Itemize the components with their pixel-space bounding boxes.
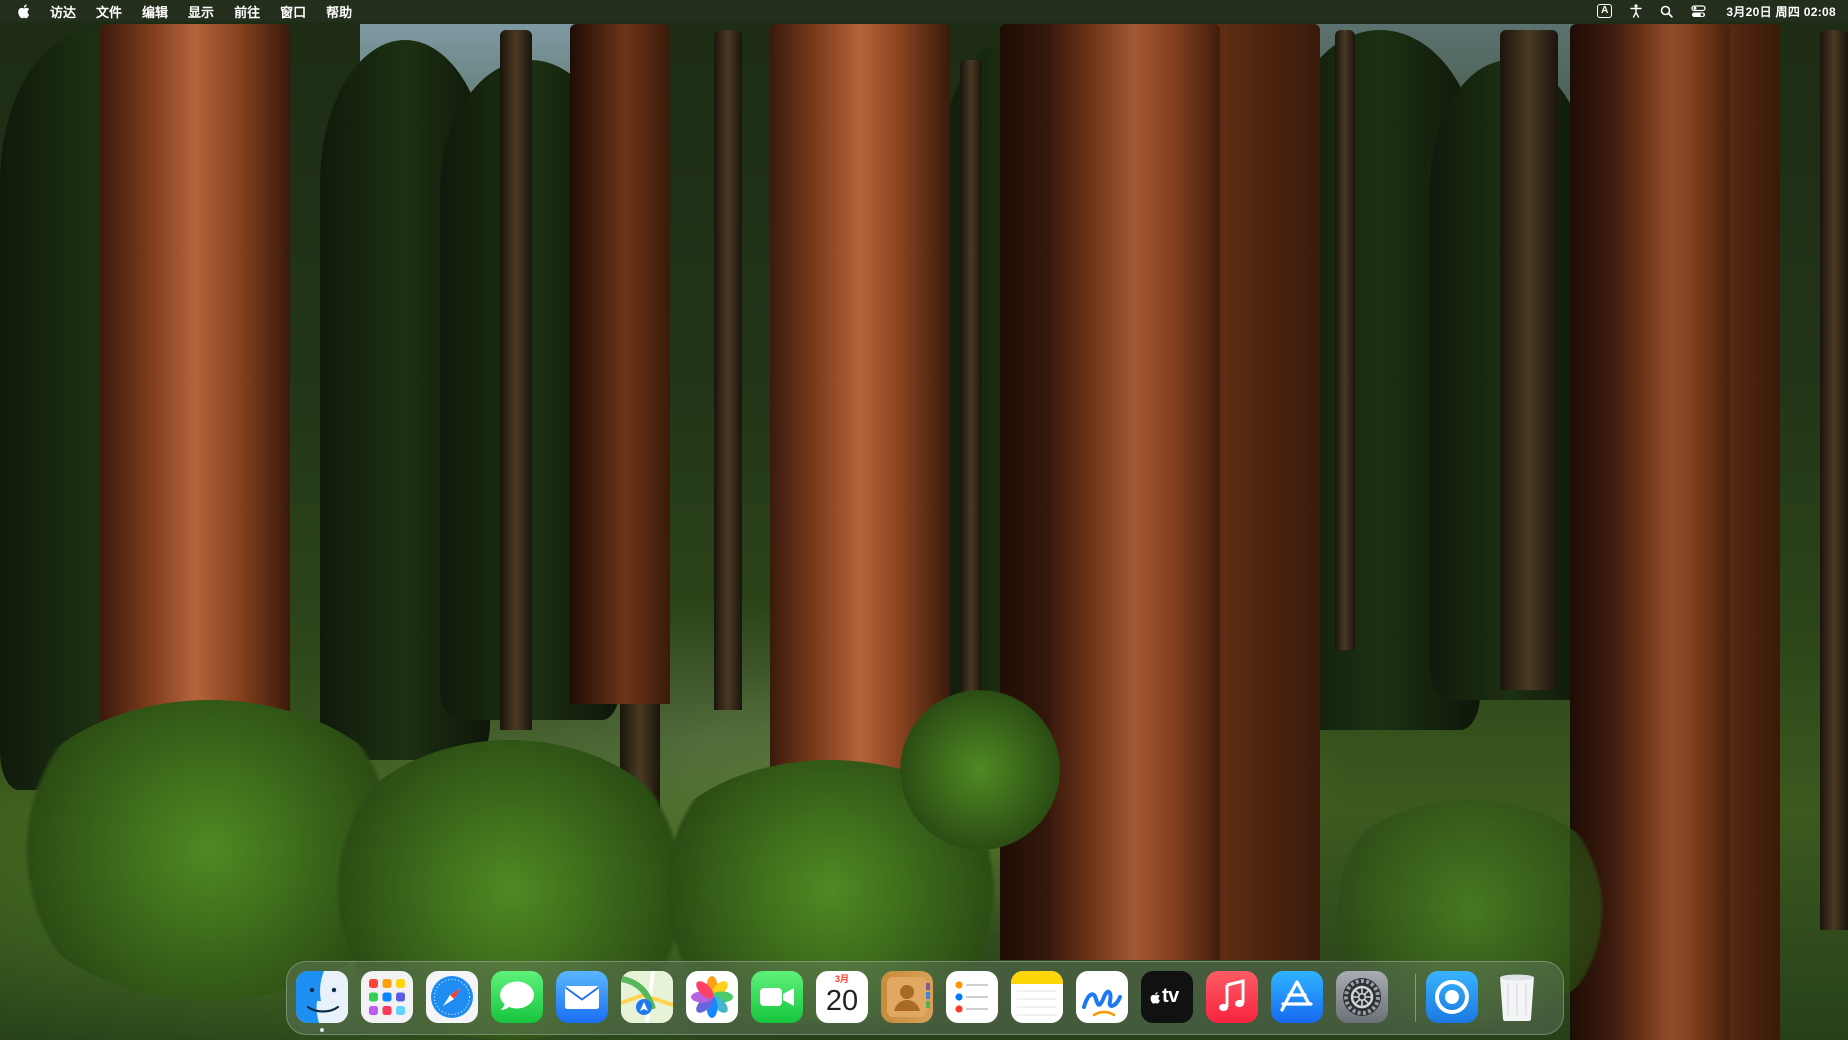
accessibility-icon[interactable] <box>1630 4 1643 18</box>
apple-tv-icon[interactable]: tv <box>1141 971 1193 1023</box>
calendar-icon[interactable]: 3月 20 <box>816 971 868 1023</box>
dock: 3月 20 tv <box>286 961 1564 1035</box>
dock-separator <box>1415 974 1416 1022</box>
system-settings-icon[interactable] <box>1336 971 1388 1023</box>
menu-edit[interactable]: 编辑 <box>142 2 168 21</box>
notes-icon[interactable] <box>1011 971 1063 1023</box>
app-store-icon[interactable] <box>1271 971 1323 1023</box>
reminders-icon[interactable] <box>946 971 998 1023</box>
menu-go[interactable]: 前往 <box>234 2 260 21</box>
photos-icon[interactable] <box>686 971 738 1023</box>
facetime-icon[interactable] <box>751 971 803 1023</box>
calendar-day: 20 <box>825 985 859 1017</box>
apple-logo-icon[interactable] <box>16 3 30 19</box>
menu-finder[interactable]: 访达 <box>50 2 76 21</box>
spotlight-search-icon[interactable] <box>1660 5 1674 18</box>
mail-icon[interactable] <box>556 971 608 1023</box>
desktop-wallpaper <box>0 0 1848 1040</box>
finder-icon[interactable] <box>296 971 348 1023</box>
finder-running-indicator <box>320 1028 324 1032</box>
menu-help[interactable]: 帮助 <box>326 2 352 21</box>
control-center-icon[interactable] <box>1691 4 1707 18</box>
menu-file[interactable]: 文件 <box>96 2 122 21</box>
menu-bar: 访达 文件 编辑 显示 前往 窗口 帮助 A 3月20日 周四 02:08 <box>0 0 1848 22</box>
music-icon[interactable] <box>1206 971 1258 1023</box>
maps-icon[interactable] <box>621 971 673 1023</box>
menubar-clock[interactable]: 3月20日 周四 02:08 <box>1726 3 1836 20</box>
freeform-icon[interactable] <box>1076 971 1128 1023</box>
trash-icon[interactable] <box>1491 971 1543 1023</box>
menu-view[interactable]: 显示 <box>188 2 214 21</box>
contacts-icon[interactable] <box>881 971 933 1023</box>
menu-window[interactable]: 窗口 <box>280 2 306 21</box>
messages-icon[interactable] <box>491 971 543 1023</box>
launchpad-icon[interactable] <box>361 971 413 1023</box>
apple-tv-label: tv <box>1162 985 1179 1007</box>
screen-recorder-icon[interactable] <box>1426 971 1478 1023</box>
safari-icon[interactable] <box>426 971 478 1023</box>
input-source-icon[interactable]: A <box>1597 4 1613 18</box>
